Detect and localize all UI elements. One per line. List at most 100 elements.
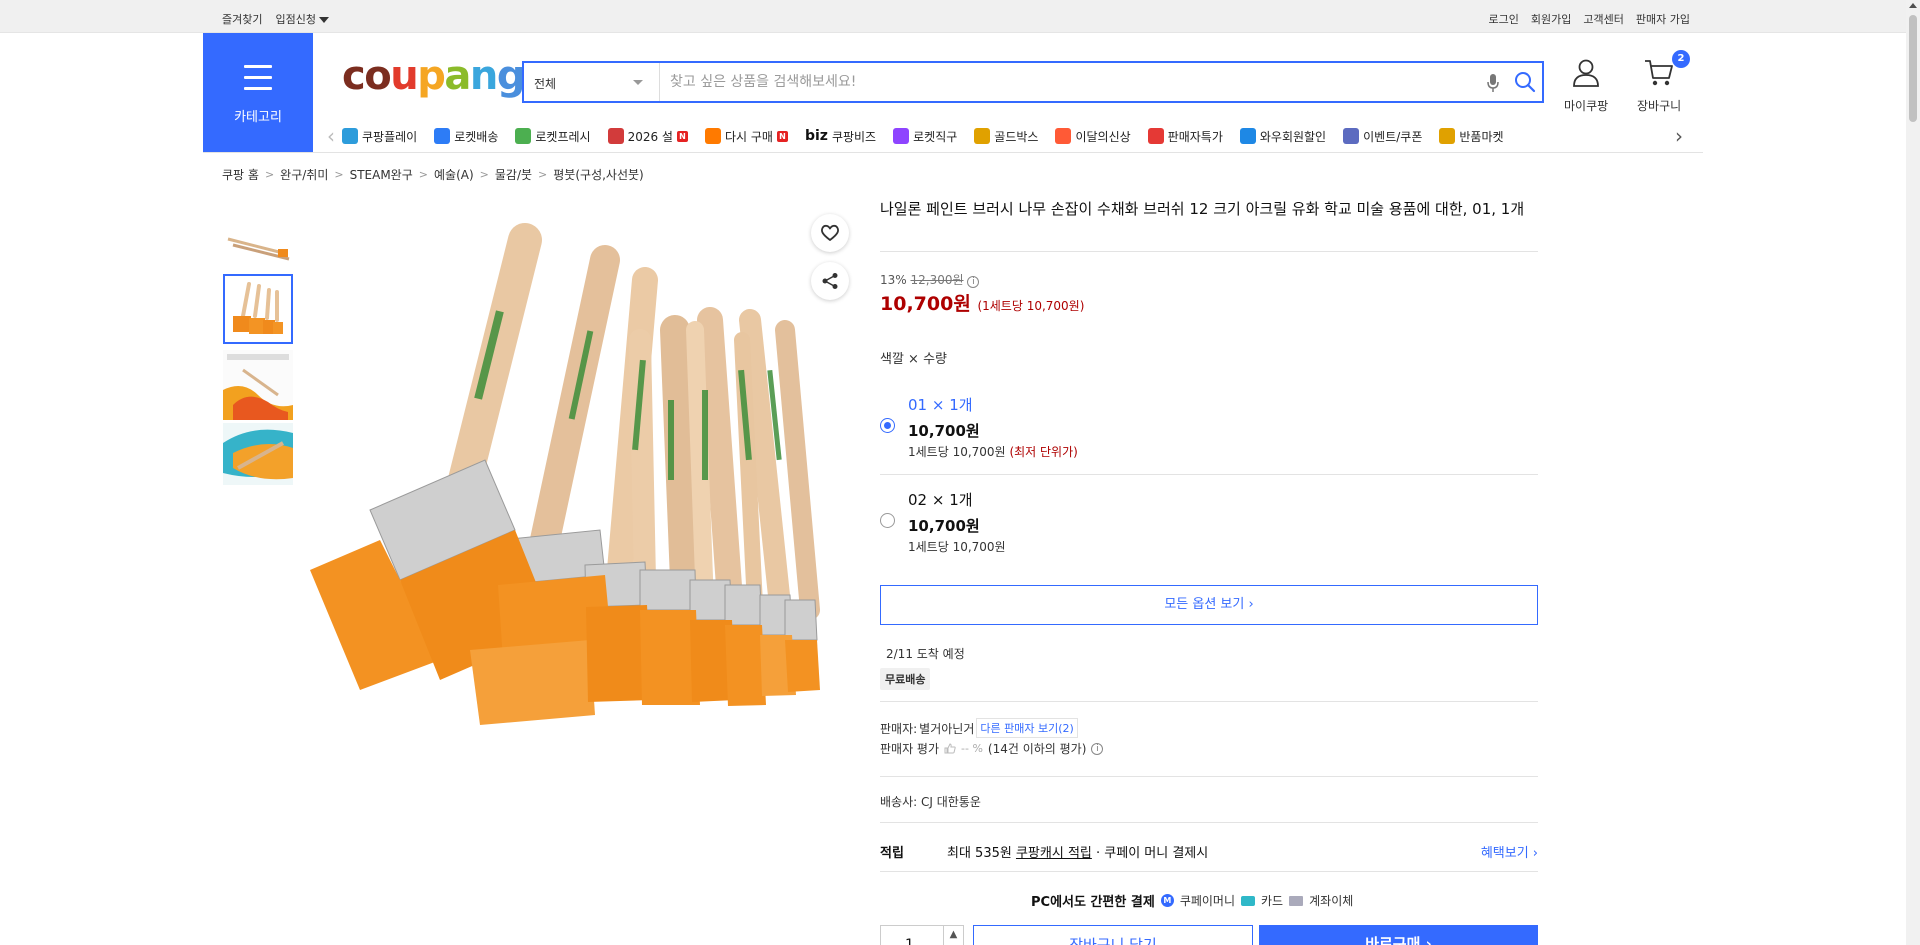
payment-method-bank: 계좌이체 — [1309, 894, 1354, 908]
breadcrumb-item[interactable]: STEAM완구 — [350, 166, 413, 183]
buy-now-button[interactable]: 바로구매 › — [1259, 925, 1538, 945]
add-to-cart-button[interactable]: 장바구니 담기 — [973, 925, 1253, 945]
wishlist-button[interactable] — [811, 214, 849, 252]
payment-method-card: 카드 — [1261, 894, 1284, 908]
discount-rate: 13% — [880, 273, 907, 287]
user-icon — [1573, 59, 1599, 87]
info-icon[interactable]: i — [1091, 742, 1104, 755]
coupon-icon — [1343, 128, 1360, 144]
sale-price-row: 10,700원 (1세트당 10,700원) — [880, 289, 1538, 316]
option-price: 10,700원 — [908, 422, 980, 440]
payment-title: PC에서도 간편한 결제 — [1031, 895, 1155, 910]
shipping-divider — [880, 701, 1538, 702]
nav-item-label: 반품마켓 — [1459, 129, 1504, 144]
seller-rating-label: 판매자 평가 — [880, 742, 940, 756]
new-badge: N — [776, 130, 788, 142]
caret-down-icon — [318, 17, 329, 23]
microphone-icon[interactable] — [1486, 73, 1500, 93]
nav-item-label: 2026 설 — [627, 129, 673, 144]
price-original-row: 13% 12,300원 i — [880, 271, 1538, 288]
seller-rating-row: 판매자 평가 -- % (14건 이하의 평가) i — [880, 740, 1104, 757]
breadcrumb-item[interactable]: 평붓(구성,사선붓) — [553, 166, 643, 183]
nav-item[interactable]: 2026 설N — [607, 128, 688, 145]
nav-item[interactable]: biz 쿠팡비즈 — [805, 128, 876, 145]
breadcrumb-item[interactable]: 예술(A) — [434, 166, 474, 183]
search-bar: 전체 — [522, 61, 1544, 103]
option-item-01[interactable]: 01 × 1개 10,700원 1세트당 10,700원 (최저 단위가) — [880, 390, 1538, 474]
seller-name[interactable]: 별거아닌거 — [919, 720, 974, 737]
nav-item[interactable]: 로켓직구 — [893, 128, 957, 145]
search-input[interactable] — [660, 63, 1460, 101]
apply-menu[interactable]: 입점신청 — [275, 11, 329, 27]
nav-next-arrow-icon[interactable]: › — [1668, 124, 1690, 148]
help-center-link[interactable]: 고객센터 — [1583, 11, 1623, 27]
nav-item[interactable]: 판매자특가 — [1147, 128, 1223, 145]
thumbnail-3[interactable] — [223, 350, 293, 420]
main-product-image[interactable] — [310, 210, 870, 730]
signup-link[interactable]: 회원가입 — [1531, 11, 1571, 27]
view-all-options-button[interactable]: 모든 옵션 보기 › — [880, 585, 1538, 625]
cart-label: 장바구니 — [1637, 99, 1682, 113]
option-header: 색깔 × 수량 — [880, 352, 947, 367]
seller-rating-value: -- % — [961, 742, 983, 755]
nav-item[interactable]: 다시 구매 N — [704, 128, 788, 145]
nav-item-label: 로켓배송 — [454, 129, 499, 144]
seller-signup-link[interactable]: 판매자 가입 — [1636, 11, 1690, 27]
reward-text: 최대 535원 쿠팡캐시 적립 · 쿠페이 머니 결제시 — [947, 842, 1208, 861]
breadcrumb: 쿠팡 홈 > 완구/취미 > STEAM완구 > 예술(A) > 물감/붓 > 평붓(구성,사선붓) — [222, 166, 644, 183]
login-link[interactable]: 로그인 — [1489, 11, 1519, 27]
cart-button[interactable]: 장바구니 — [1637, 58, 1681, 114]
quantity-increase-icon[interactable]: ▲ — [943, 926, 963, 945]
nav-item[interactable]: 쿠팡플레이 — [342, 128, 417, 145]
nav-item[interactable]: 이벤트/쿠폰 — [1343, 128, 1422, 145]
benefits-link-label: 혜택보기 — [1480, 846, 1529, 861]
nav-item[interactable]: 로켓프레시 — [515, 128, 591, 145]
nav-item[interactable]: 와우회원할인 — [1239, 128, 1326, 145]
nav-item[interactable]: 로켓배송 — [434, 128, 498, 145]
home-icon — [704, 128, 721, 144]
seller-row: 판매자: 별거아닌거 다른 판매자 보기(2) — [880, 718, 1078, 738]
quantity-value[interactable]: 1 — [905, 937, 914, 945]
courier-info: 배송사: CJ 대한통운 — [880, 795, 981, 809]
sale-price: 10,700원 — [880, 293, 971, 315]
arrival-estimate: 2/11 도착 예정 — [886, 647, 965, 661]
breadcrumb-item[interactable]: 물감/붓 — [495, 166, 532, 183]
option-radio-selected[interactable] — [880, 418, 895, 433]
mycoupang-button[interactable]: 마이쿠팡 — [1564, 58, 1608, 114]
search-icon[interactable] — [1514, 71, 1536, 93]
nav-item-label: 이달의신상 — [1075, 129, 1131, 144]
search-scope-select[interactable]: 전체 — [524, 63, 660, 101]
reward-condition: · 쿠페이 머니 결제시 — [1096, 846, 1209, 861]
share-button[interactable] — [811, 262, 849, 300]
info-icon[interactable]: i — [967, 276, 980, 288]
rocket-fresh-icon — [515, 128, 532, 144]
other-sellers-button[interactable]: 다른 판매자 보기(2) — [976, 718, 1078, 738]
nav-items: 쿠팡플레이 로켓배송 로켓프레시 2026 설 N 다시 구매 Nbiz 쿠팡비즈 로켓직구 골드… — [342, 128, 1668, 145]
option-item-02[interactable]: 02 × 1개 10,700원 1세트당 10,700원 — [880, 485, 1538, 569]
option-unit-price: 1세트당 10,700원 — [908, 540, 1006, 554]
product-title: 나일론 페인트 브러시 나무 손잡이 수채화 브러쉬 12 크기 아크릴 유화 … — [880, 200, 1525, 218]
coupang-logo[interactable]: coupang — [342, 56, 525, 96]
seller-divider — [880, 776, 1538, 777]
nav-item[interactable]: 골드박스 — [974, 128, 1038, 145]
scroll-up-arrow-icon[interactable] — [1909, 3, 1917, 8]
card-icon — [1241, 895, 1256, 906]
benefits-link[interactable]: 혜택보기 › — [1481, 842, 1538, 861]
vertical-scrollbar[interactable] — [1906, 0, 1920, 945]
nav-item[interactable]: 반품마켓 — [1439, 128, 1504, 145]
option-unit-price-row: 1세트당 10,700원 (최저 단위가) — [908, 443, 1078, 460]
option-radio[interactable] — [880, 513, 895, 528]
coupang-cash-link[interactable]: 쿠팡캐시 적립 — [1016, 846, 1092, 861]
breadcrumb-item[interactable]: 완구/취미 — [280, 166, 328, 183]
nav-item[interactable]: 이달의신상 — [1055, 128, 1131, 145]
breadcrumb-item[interactable]: 쿠팡 홈 — [222, 166, 259, 183]
thumbnail-2[interactable] — [223, 274, 293, 344]
quantity-stepper[interactable]: 1 ▲ — [880, 925, 964, 945]
thumbnail-4[interactable] — [223, 423, 293, 493]
title-divider — [880, 251, 1538, 252]
favorites-link[interactable]: 즐겨찾기 — [222, 11, 262, 27]
category-button[interactable]: 카테고리 — [203, 33, 313, 152]
nav-prev-arrow-icon[interactable]: ‹ — [320, 124, 342, 148]
scrollbar-thumb[interactable] — [1909, 15, 1917, 122]
new-badge: N — [676, 130, 688, 142]
